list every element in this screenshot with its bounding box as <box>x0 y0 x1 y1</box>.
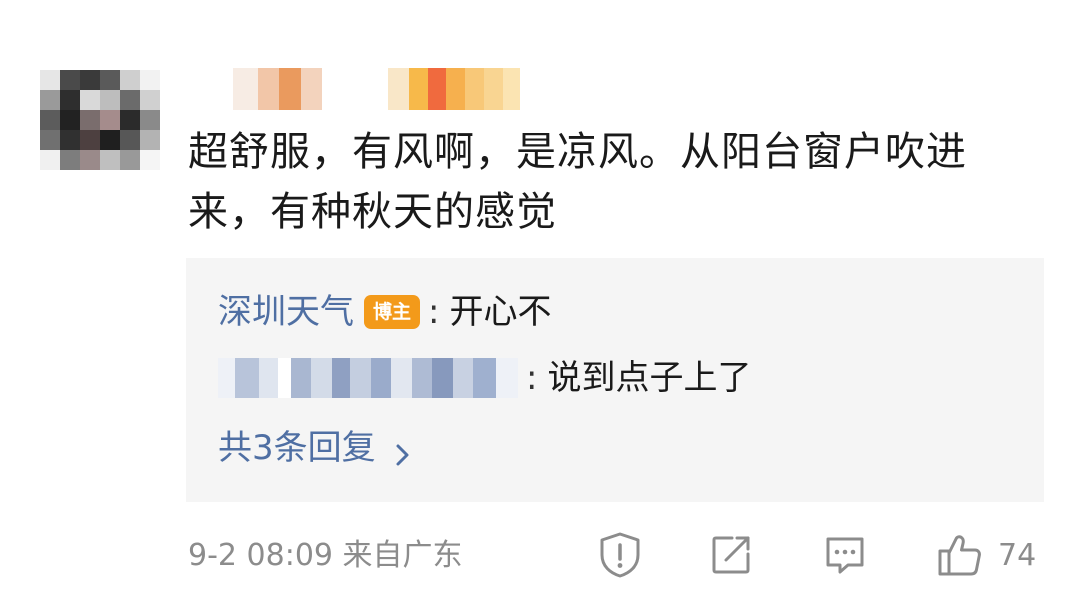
reply-colon: : <box>526 358 538 398</box>
share-icon <box>708 532 754 578</box>
reply-item[interactable]: : 说到点子上了 <box>218 356 751 400</box>
reply-text: 说到点子上了 <box>547 358 752 398</box>
comment-button[interactable] <box>822 530 868 580</box>
reply-author-name[interactable]: 深圳天气 <box>218 290 354 334</box>
comment-meta: 9-2 08:09 来自广东 <box>188 538 463 573</box>
view-all-replies-link[interactable]: 共3条回复 <box>218 426 416 470</box>
comment-icon <box>822 532 868 578</box>
comment-text: 超舒服，有风啊，是凉风。从阳台窗户吹进来，有种秋天的感觉 <box>188 129 967 235</box>
reply-author-mosaic[interactable] <box>218 358 519 398</box>
share-button[interactable] <box>708 530 754 580</box>
report-button[interactable] <box>598 530 642 580</box>
like-button[interactable]: 74 <box>936 530 1036 580</box>
thumbs-up-icon <box>936 531 984 579</box>
like-count: 74 <box>998 537 1037 573</box>
reply-box[interactable]: 深圳天气 博主 : 开心不 : 说到点子上了 共3条回复 <box>186 258 1044 502</box>
blogger-badge: 博主 <box>364 295 420 329</box>
chevron-right-icon <box>390 435 416 466</box>
reply-colon: : <box>428 292 440 332</box>
reply-text: 开心不 <box>449 292 552 332</box>
username-mosaic[interactable] <box>190 68 521 110</box>
comment-actions: 74 <box>590 530 1050 580</box>
report-icon <box>598 531 642 579</box>
reply-item[interactable]: 深圳天气 博主 : 开心不 <box>218 290 551 334</box>
avatar[interactable] <box>40 70 160 170</box>
view-all-replies-label: 共3条回复 <box>218 428 376 468</box>
